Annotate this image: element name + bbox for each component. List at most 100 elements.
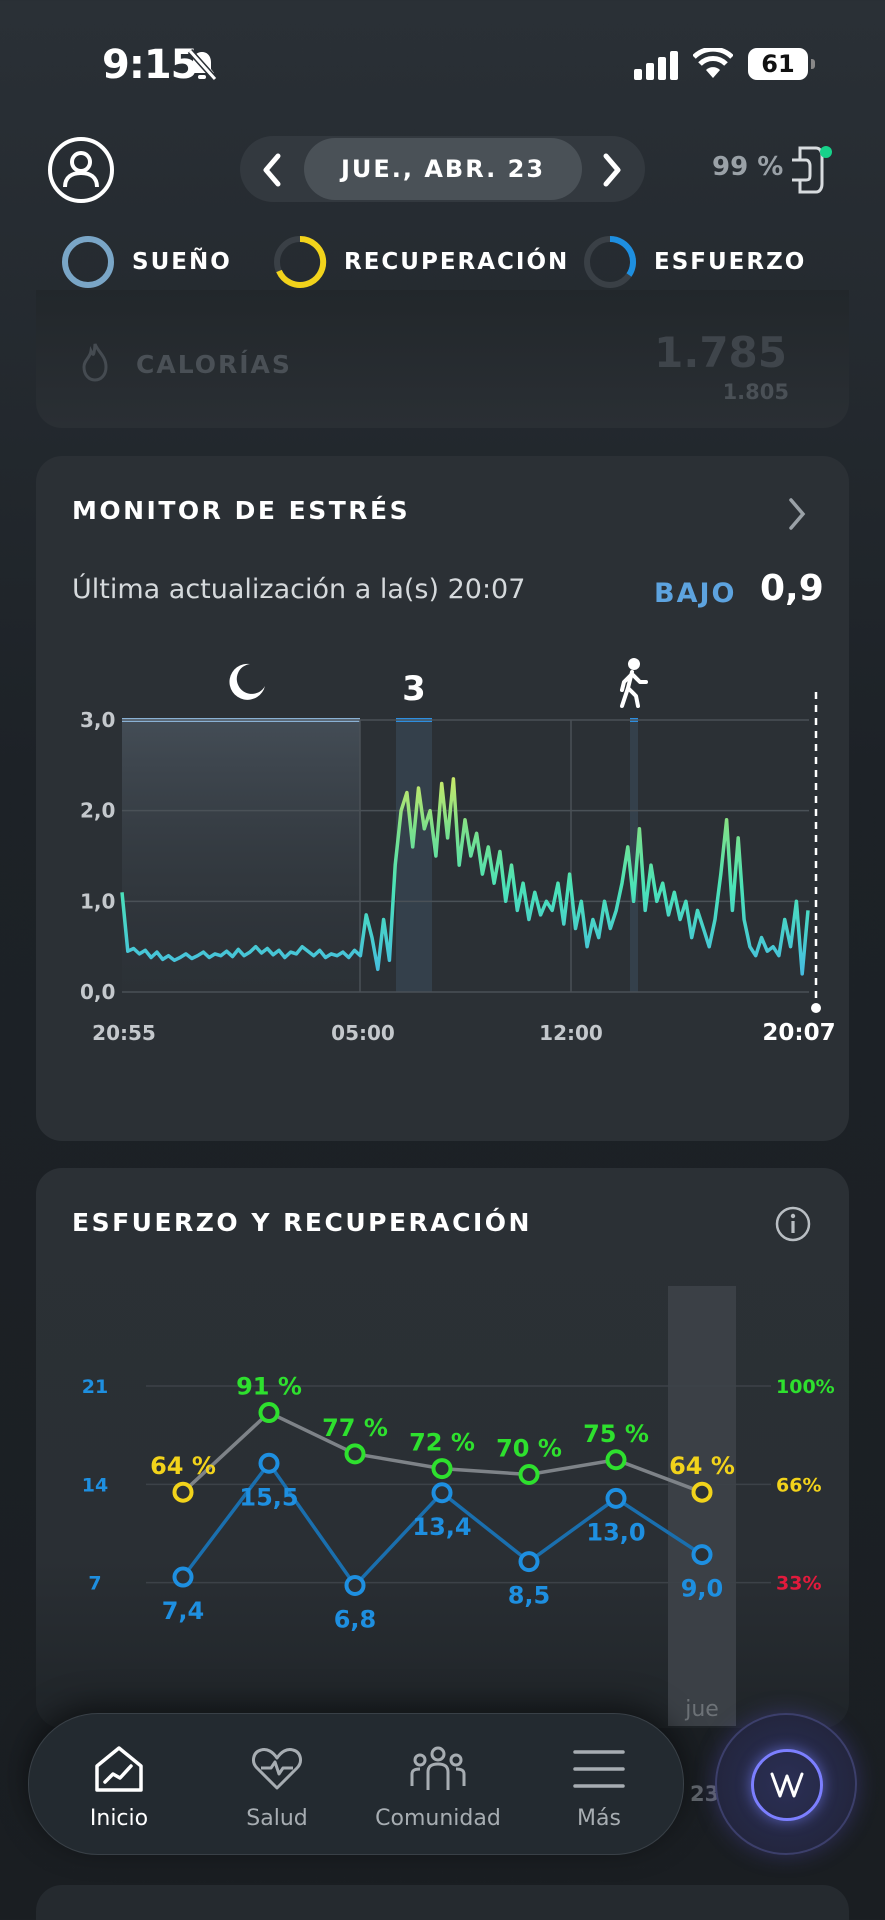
dial-sleep-label: SUEÑO: [132, 249, 232, 275]
whoop-coach-button[interactable]: [715, 1713, 857, 1855]
calories-sub: 1.805: [722, 380, 789, 404]
strap-battery: 99 %: [712, 152, 784, 182]
effort-left-tick: 14: [82, 1474, 108, 1496]
recovery-label: 72 %: [409, 1429, 475, 1457]
bell-off-icon: [187, 49, 218, 81]
coach-ring: [751, 1749, 823, 1821]
heart-pulse-icon: [252, 1748, 302, 1790]
walking-icon: [620, 658, 648, 708]
calories-label: CALORÍAS: [136, 350, 292, 379]
nav-inicio[interactable]: Inicio: [39, 1714, 199, 1856]
effort-right-tick: 33%: [776, 1573, 821, 1595]
flame-icon: [82, 343, 108, 382]
nav-inicio-label: Inicio: [89, 1806, 149, 1831]
next-card-peek: [36, 1885, 849, 1920]
effort-label: 8,5: [508, 1582, 551, 1610]
sleep-ring-icon: [62, 236, 114, 288]
effort-left-tick: 21: [82, 1376, 108, 1398]
status-bar: 9:15 61: [0, 0, 885, 130]
recovery-label: 75 %: [583, 1420, 649, 1448]
dial-recovery[interactable]: RECUPERACIÓN: [272, 234, 569, 290]
whoop-logo-icon: [770, 1772, 804, 1798]
home-chart-icon: [95, 1746, 143, 1792]
stress-title: MONITOR DE ESTRÉS: [72, 496, 411, 525]
recovery-point: [344, 1443, 366, 1465]
nav-salud-label: Salud: [246, 1806, 308, 1831]
strap-device-icon[interactable]: [786, 140, 834, 200]
activity-period-shade: [396, 720, 432, 992]
stress-x-tick: 12:00: [539, 1021, 603, 1045]
nav-mas[interactable]: Más: [519, 1714, 679, 1856]
effort-right-tick: 100%: [776, 1376, 835, 1398]
dial-effort[interactable]: ESFUERZO: [582, 234, 806, 290]
recovery-label: 64 %: [669, 1452, 735, 1480]
effort-recovery-card[interactable]: ESFUERZO Y RECUPERACIÓN jue 21 14 7 100% 66…: [36, 1168, 849, 1728]
recovery-point: [258, 1402, 280, 1424]
effort-point: [172, 1566, 194, 1588]
recovery-label: 77 %: [322, 1414, 388, 1442]
dial-effort-label: ESFUERZO: [654, 249, 807, 275]
effort-label: 15,5: [239, 1483, 298, 1511]
stress-y-tick: 3,0: [80, 708, 115, 732]
nav-mas-label: Más: [577, 1806, 621, 1831]
effort-right-tick: 66%: [776, 1474, 821, 1496]
effort-title: ESFUERZO Y RECUPERACIÓN: [72, 1208, 532, 1237]
chevron-right-icon[interactable]: [598, 150, 626, 190]
effort-point: [431, 1482, 453, 1504]
effort-recovery-chart: jue 21 14 7 100% 66% 33% 64 % 91 % 77 % 72 % 70 …: [82, 1286, 835, 1726]
recovery-label: 64 %: [150, 1452, 216, 1480]
recovery-point: [172, 1481, 194, 1503]
now-dot: [811, 1003, 821, 1013]
stress-x-tick: 20:07: [762, 1020, 835, 1046]
recovery-point: [691, 1481, 713, 1503]
effort-point: [344, 1574, 366, 1596]
user-icon: [63, 151, 99, 188]
community-icon: [410, 1746, 466, 1790]
recovery-point: [605, 1449, 627, 1471]
effort-point: [258, 1452, 280, 1474]
current-date[interactable]: JUE., ABR. 23: [304, 138, 582, 200]
recovery-point: [518, 1464, 540, 1485]
nav-salud[interactable]: Salud: [197, 1714, 357, 1856]
nav-comunidad[interactable]: Comunidad: [358, 1714, 518, 1856]
effort-label: 13,0: [586, 1518, 645, 1546]
calories-card[interactable]: CALORÍAS 1.785 1.805: [36, 290, 849, 428]
profile-avatar[interactable]: [48, 137, 114, 203]
signal-icon: [634, 51, 678, 80]
effort-label: 13,4: [412, 1513, 471, 1541]
effort-label: 9,0: [681, 1575, 724, 1603]
dial-recovery-label: RECUPERACIÓN: [344, 249, 570, 275]
recovery-ring-icon: [274, 235, 327, 288]
nav-comunidad-label: Comunidad: [375, 1806, 501, 1831]
chevron-right-icon[interactable]: [785, 494, 811, 534]
stress-y-tick: 2,0: [80, 799, 115, 823]
effort-point: [605, 1487, 627, 1509]
menu-icon: [573, 1750, 625, 1788]
stress-x-tick: 05:00: [331, 1021, 395, 1045]
dial-sleep[interactable]: SUEÑO: [60, 234, 232, 290]
stress-y-tick: 0,0: [80, 980, 115, 1004]
recovery-label: 91 %: [236, 1373, 302, 1401]
activity-marker-count: 3: [402, 669, 426, 709]
today-highlight: [668, 1286, 736, 1726]
stress-chart: 3,0 2,0 1,0 0,0 20:55 05:00 12:00 20:07 3: [80, 658, 836, 1046]
wifi-icon: [693, 48, 733, 78]
info-icon[interactable]: [773, 1204, 813, 1244]
effort-point: [518, 1551, 540, 1573]
stress-level-word: BAJO: [654, 578, 737, 609]
effort-label: 6,8: [334, 1605, 377, 1633]
highlight-label: jue: [684, 1697, 719, 1722]
effort-point: [691, 1544, 713, 1566]
stress-y-tick: 1,0: [80, 889, 115, 913]
moon-icon: [229, 663, 265, 700]
bottom-nav: Inicio Salud Comunidad Más: [28, 1713, 684, 1855]
calories-value: 1.785: [654, 328, 787, 377]
effort-ring-icon: [584, 235, 636, 288]
recovery-point: [431, 1458, 453, 1480]
stress-x-tick: 20:55: [92, 1021, 156, 1045]
chevron-left-icon[interactable]: [258, 150, 286, 190]
effort-label: 7,4: [162, 1597, 205, 1625]
battery-indicator: 61: [748, 48, 815, 80]
stress-monitor-card[interactable]: MONITOR DE ESTRÉS Última actualización a…: [36, 456, 849, 1141]
status-time: 9:15: [102, 42, 198, 88]
